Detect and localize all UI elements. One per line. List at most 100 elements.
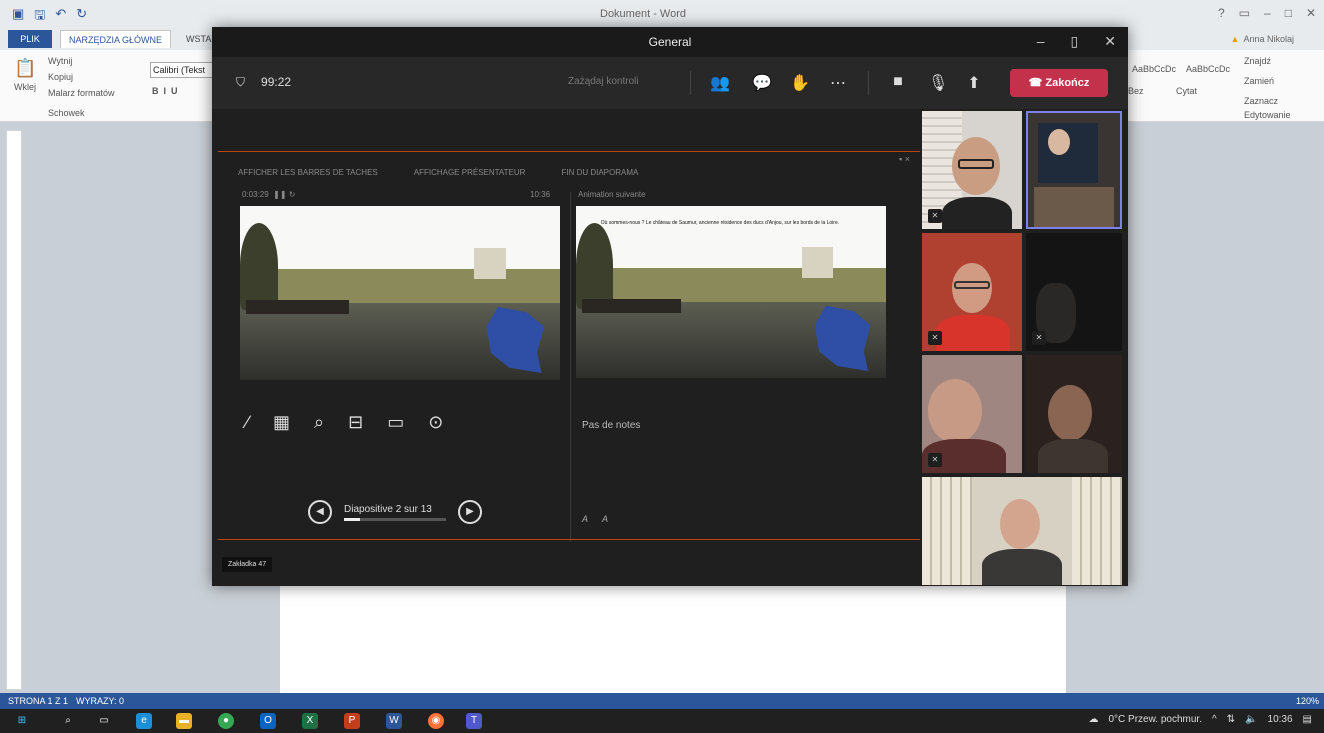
participant-video-tile[interactable]: ✕ bbox=[922, 111, 1022, 229]
slide-caption: Où sommes-nous ? Le château de Saumur, a… bbox=[600, 219, 840, 226]
search-icon[interactable]: ⌕ bbox=[60, 713, 76, 729]
see-all-slides-icon[interactable]: ▦ bbox=[273, 412, 290, 433]
find-button[interactable]: Znajdź bbox=[1244, 56, 1271, 66]
clock[interactable]: 10:36 bbox=[1268, 714, 1293, 725]
system-tray: ☁ 0°C Przew. pochmur. ^ ⇅ 🔈 10:36 ▤ bbox=[1088, 714, 1312, 725]
camera-icon[interactable]: ■ bbox=[888, 73, 908, 91]
slideshow-timer: 0:03:29 ❚❚ ↻ bbox=[242, 190, 296, 199]
weather-icon: ☁ bbox=[1088, 714, 1099, 725]
pen-icon[interactable]: ∕ bbox=[246, 412, 249, 433]
chrome-icon[interactable]: ● bbox=[218, 713, 234, 729]
teams-close-icon[interactable]: ✕ bbox=[1104, 33, 1116, 50]
word-icon[interactable]: W bbox=[386, 713, 402, 729]
network-icon[interactable]: ⇅ bbox=[1227, 714, 1235, 725]
editing-group-label: Edytowanie bbox=[1244, 110, 1291, 120]
meeting-toolbar: ⛉ 99:22 Zażądaj kontroli 👥 💬 ✋ ⋯ ■ 🎙 ⬆ ☎… bbox=[212, 57, 1128, 109]
notes-font-size-controls: A A bbox=[582, 514, 608, 524]
restart-icon[interactable]: ↻ bbox=[289, 190, 296, 199]
previous-slide-icon[interactable]: ◀ bbox=[308, 500, 332, 524]
teams-maximize-icon[interactable]: ▯ bbox=[1071, 33, 1079, 50]
outlook-icon[interactable]: O bbox=[260, 713, 276, 729]
presenter-view: ▪ × AFFICHER LES BARRES DE TACHES AFFICH… bbox=[218, 151, 920, 543]
style-normal[interactable]: Bez bbox=[1128, 86, 1144, 96]
bold-italic-underline-buttons[interactable]: B I U bbox=[152, 86, 178, 96]
format-painter-button[interactable]: Malarz formatów bbox=[48, 88, 115, 98]
font-name-select[interactable]: Calibri (Tekst bbox=[150, 62, 220, 78]
paste-icon[interactable]: 📋 bbox=[14, 58, 36, 79]
request-control-button[interactable]: Zażądaj kontroli bbox=[568, 76, 639, 87]
task-view-icon[interactable]: ▭ bbox=[96, 713, 112, 729]
black-screen-icon[interactable]: ▭ bbox=[387, 412, 404, 433]
end-meeting-button[interactable]: ☎ Zakończ bbox=[1010, 69, 1108, 97]
increase-font-icon[interactable]: A bbox=[582, 514, 588, 524]
edge-icon[interactable]: e bbox=[136, 713, 152, 729]
volume-icon[interactable]: 🔈 bbox=[1245, 714, 1257, 725]
hang-up-icon: ☎ bbox=[1028, 77, 1043, 89]
word-page[interactable] bbox=[280, 586, 1066, 696]
end-slideshow-button[interactable]: FIN DU DIAPORAMA bbox=[561, 168, 638, 177]
more-options-icon[interactable]: ⊙ bbox=[428, 412, 443, 433]
participant-video-tile[interactable] bbox=[1026, 355, 1122, 473]
teams-minimize-icon[interactable]: – bbox=[1037, 33, 1045, 50]
presenter-view-controls[interactable]: ▪ × bbox=[899, 154, 910, 164]
tab-file[interactable]: PLIK bbox=[8, 30, 52, 48]
maximize-icon[interactable]: □ bbox=[1285, 6, 1292, 20]
excel-icon[interactable]: X bbox=[302, 713, 318, 729]
active-speaker-tile[interactable] bbox=[1026, 111, 1122, 229]
show-taskbar-button[interactable]: AFFICHER LES BARRES DE TACHES bbox=[238, 168, 378, 177]
share-screen-icon[interactable]: ⬆ bbox=[964, 73, 984, 93]
participant-video-tile[interactable]: ✕ bbox=[922, 233, 1022, 351]
select-button[interactable]: Zaznacz bbox=[1244, 96, 1278, 106]
microphone-icon[interactable]: 🎙 bbox=[928, 73, 948, 93]
replace-button[interactable]: Zamień bbox=[1244, 76, 1274, 86]
presenter-view-button[interactable]: AFFICHAGE PRÉSENTATEUR bbox=[414, 168, 526, 177]
more-options-icon[interactable]: ⋯ bbox=[828, 73, 848, 93]
next-slide-icon[interactable]: ▶ bbox=[458, 500, 482, 524]
windows-icon[interactable]: ⊞ bbox=[14, 713, 30, 729]
reactions-icon[interactable]: ✋ bbox=[790, 73, 810, 93]
help-icon[interactable]: ? bbox=[1218, 6, 1225, 20]
tab-home[interactable]: NARZĘDZIA GŁÓWNE bbox=[60, 30, 172, 48]
toolbar-divider bbox=[868, 71, 869, 95]
participant-video-tile-wide[interactable] bbox=[922, 477, 1122, 585]
tab-insert[interactable]: WSTA bbox=[186, 34, 211, 44]
speaker-notes[interactable]: Pas de notes bbox=[582, 420, 640, 431]
camera-toggle-icon[interactable]: ⊟ bbox=[348, 412, 363, 433]
redo-icon[interactable]: ↻ bbox=[76, 6, 87, 28]
weather-text[interactable]: 0°C Przew. pochmur. bbox=[1108, 714, 1201, 725]
firefox-icon[interactable]: ◉ bbox=[428, 713, 444, 729]
close-icon[interactable]: ✕ bbox=[1306, 6, 1316, 20]
ribbon-options-icon[interactable]: ▭ bbox=[1239, 6, 1250, 20]
current-slide bbox=[240, 206, 560, 380]
style-quote[interactable]: Cytat bbox=[1176, 86, 1197, 96]
copy-button[interactable]: Kopiuj bbox=[48, 72, 73, 82]
style-gallery-1[interactable]: AaBbCcDc bbox=[1132, 64, 1176, 74]
word-count[interactable]: WYRAZY: 0 bbox=[76, 696, 124, 706]
participant-head bbox=[1000, 499, 1040, 549]
save-icon[interactable]: 🖫 bbox=[34, 6, 45, 28]
tray-chevron-icon[interactable]: ^ bbox=[1212, 714, 1217, 725]
participant-video-tile[interactable]: ✕ bbox=[1026, 233, 1122, 351]
undo-icon[interactable]: ↶ bbox=[55, 6, 66, 28]
glasses bbox=[954, 281, 990, 289]
slide-counter[interactable]: Diapositive 2 sur 13 bbox=[344, 504, 446, 515]
toolbar-divider bbox=[690, 71, 691, 95]
cut-button[interactable]: Wytnij bbox=[48, 56, 72, 66]
next-slide-preview: Où sommes-nous ? Le château de Saumur, a… bbox=[576, 206, 886, 378]
style-gallery-2[interactable]: AaBbCcDc bbox=[1186, 64, 1230, 74]
page-count[interactable]: STRONA 1 Z 1 bbox=[8, 696, 68, 706]
zoom-icon[interactable]: ⌕ bbox=[314, 412, 324, 433]
participant-video-tile[interactable]: ✕ bbox=[922, 355, 1022, 473]
file-explorer-icon[interactable]: ▬ bbox=[176, 713, 192, 729]
teams-icon[interactable]: T bbox=[466, 713, 482, 729]
powerpoint-icon[interactable]: P bbox=[344, 713, 360, 729]
decrease-font-icon[interactable]: A bbox=[602, 514, 608, 524]
notifications-icon[interactable]: ▤ bbox=[1303, 714, 1312, 725]
chat-icon[interactable]: 💬 bbox=[752, 73, 772, 93]
participants-icon[interactable]: 👥 bbox=[710, 73, 730, 93]
paste-button[interactable]: Wklej bbox=[14, 82, 36, 92]
minimize-icon[interactable]: – bbox=[1264, 6, 1271, 20]
zoom-level[interactable]: 120% bbox=[1296, 696, 1319, 706]
pause-icon[interactable]: ❚❚ bbox=[273, 190, 286, 199]
word-user[interactable]: ▲ Anna Nikolaj bbox=[1231, 34, 1294, 44]
